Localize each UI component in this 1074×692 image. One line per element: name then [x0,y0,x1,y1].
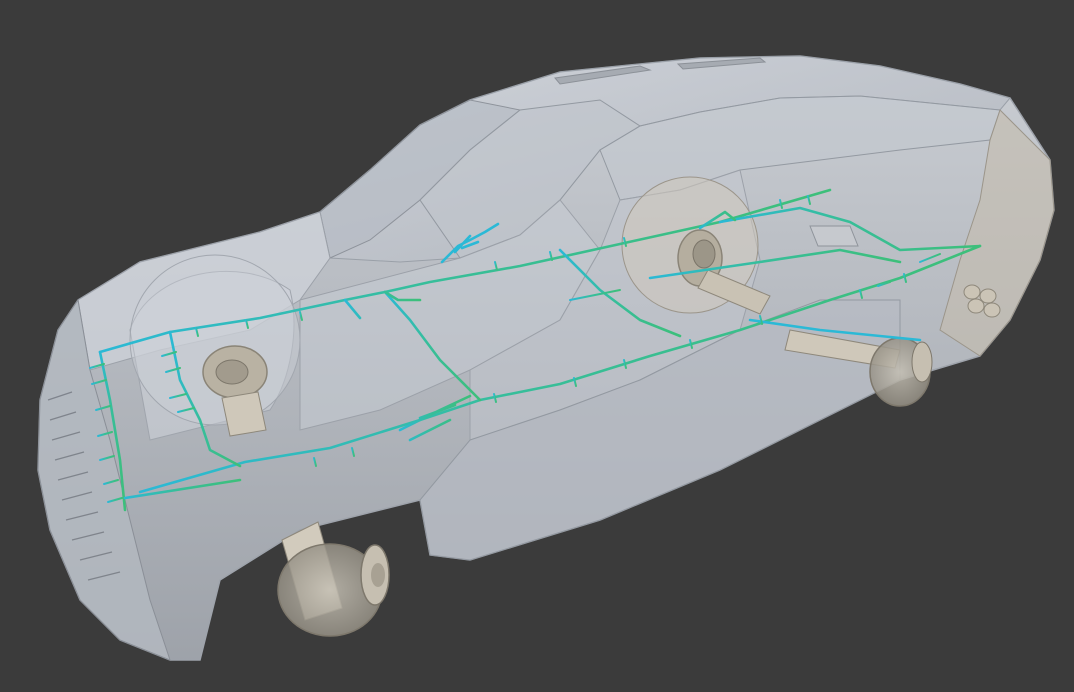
3d-viewport[interactable] [0,0,1074,692]
rear-bracket [809,225,859,247]
front-knuckle [221,391,267,437]
front-wheel-arch [129,254,301,426]
vehicle-render [37,55,1055,661]
